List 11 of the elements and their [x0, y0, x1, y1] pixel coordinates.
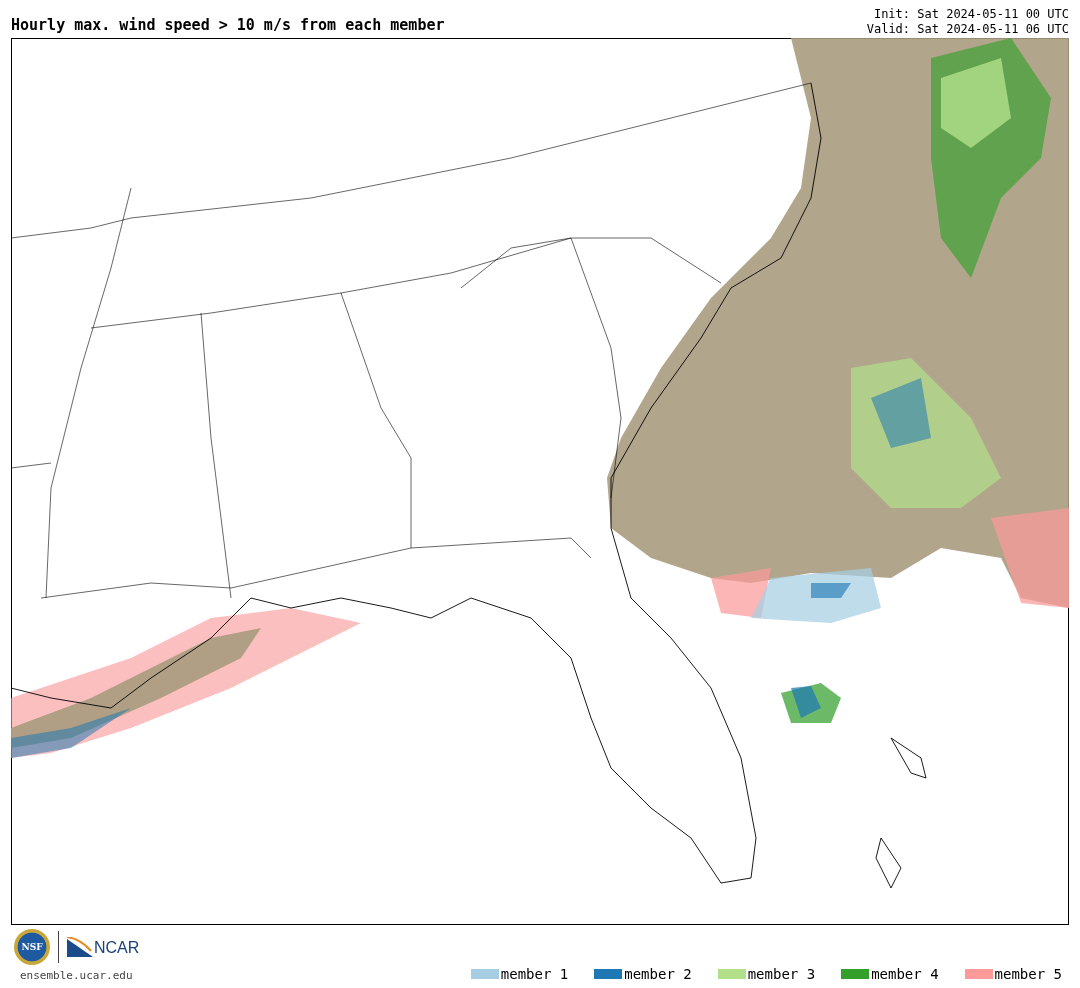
valid-time: Valid: Sat 2024-05-11 06 UTC	[866, 22, 1069, 37]
site-url: ensemble.ucar.edu	[19, 969, 134, 982]
legend-label: member 3	[747, 966, 816, 982]
ncar-logo: NCAR	[67, 937, 140, 957]
legend-label: member 4	[871, 966, 939, 982]
legend-label: member 1	[500, 966, 569, 982]
chart-title: Hourly max. wind speed > 10 m/s from each member	[11, 16, 445, 36]
init-time: Init: Sat 2024-05-11 00 UTC	[873, 7, 1069, 22]
nsf-logo: NSF	[14, 929, 50, 965]
legend-label: member 5	[994, 966, 1062, 982]
legend-label: member 2	[624, 966, 692, 982]
